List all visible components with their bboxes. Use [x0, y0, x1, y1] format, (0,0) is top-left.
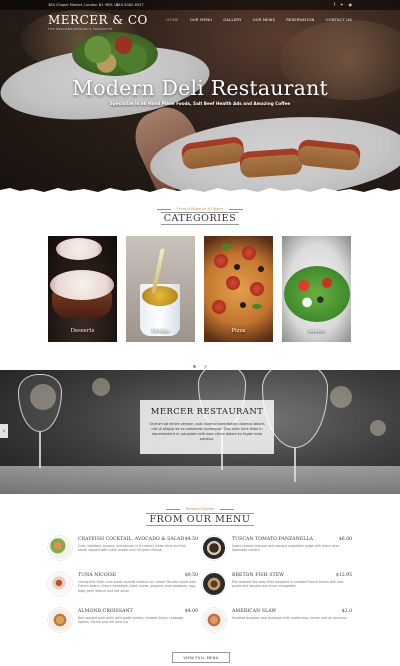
wine-glass	[18, 374, 62, 432]
dessert-cupcake-back	[56, 238, 102, 260]
menu-item[interactable]: TUNA NICOISE $9.50 Chargrilled fresh tun…	[48, 572, 198, 602]
facebook-icon[interactable]: f	[334, 2, 335, 7]
menu-title-text: FROM OUR MENU	[146, 513, 254, 526]
logo-tagline: THE NEIGHBOURHOOD'S FAVOURITE	[48, 28, 113, 31]
menu-item[interactable]: BRETON FISH STEW $12.95 Pan roasted Sea …	[202, 572, 352, 602]
menu-item[interactable]: TUSCAN TOMATO PANZANELLA $6.00 Goats che…	[202, 536, 352, 566]
pizza-olive	[240, 302, 246, 308]
nav-item-contact-us[interactable]: CONTACT US	[326, 17, 352, 22]
menu-item-description: Roe roasted pork belly with gratin potat…	[78, 616, 184, 625]
hero-title: Modern Deli Restaurant	[72, 76, 328, 100]
pizza-olive	[234, 264, 240, 270]
hero-torn-edge	[0, 188, 400, 192]
menu-item-name: BRETON FISH STEW	[232, 573, 284, 578]
menu-item-name: TUNA NICOISE	[78, 573, 117, 578]
mercer-description: Ut enim ad minim veniam, quis nostrud ex…	[149, 422, 265, 441]
menu-item-price: $12.95	[335, 573, 352, 578]
menu-item-description: Sauteed breaded veal escalope with water…	[232, 616, 347, 620]
logo-name: MERCER & CO	[48, 13, 148, 27]
background-bokeh	[92, 378, 110, 396]
category-label: Desserts	[70, 328, 95, 334]
menu-item-description: Goats cheese mousse and roasted vegetabl…	[232, 544, 340, 553]
menu-item-thumbnail	[202, 572, 226, 596]
social-links: f ✦ ◉	[334, 2, 352, 7]
menu-item-name: ALMOND CROISSANT	[78, 609, 133, 614]
nav-item-reservation[interactable]: RESERVATION	[286, 17, 314, 22]
categories-title: CATEGORIES	[0, 212, 400, 225]
instagram-icon[interactable]: ◉	[349, 2, 353, 7]
background-bokeh	[330, 386, 352, 408]
categories-hours: From 6.00am to 10.00pm	[156, 207, 244, 211]
side-tab-arrow-icon[interactable]: ‹	[0, 424, 8, 438]
menu-item-name: AMERICAN SLAW	[232, 609, 277, 614]
menu-item-thumbnail	[48, 608, 72, 632]
address-text: 384 Chapel Market, London N1 9EN, UK	[48, 3, 120, 7]
salad-bowl	[284, 266, 350, 322]
menu-item-description: Chargrilled fresh tuna steak layered med…	[78, 580, 196, 593]
menu-eyebrow-text: Random Dishes	[165, 507, 235, 511]
background-bokeh	[370, 420, 386, 436]
menu-title: FROM OUR MENU	[0, 513, 400, 526]
menu-item-price: $2.0	[341, 609, 352, 614]
categories-title-text: CATEGORIES	[160, 212, 240, 225]
top-info-bar: 384 Chapel Market, London N1 9EN, UK 020…	[0, 0, 400, 10]
menu-eyebrow: Random Dishes	[0, 507, 400, 511]
pizza-pepperoni	[226, 276, 240, 290]
pizza-basil	[222, 244, 232, 249]
category-card-salads[interactable]: Salads	[282, 236, 351, 342]
view-full-menu-button[interactable]: VIEW FULL MENU	[172, 652, 230, 663]
menu-item-name: CRAYFISH COCKTAIL, AVOCADO & SALAD	[78, 537, 185, 542]
categories-eyebrow: From 6.00am to 10.00pm	[0, 207, 400, 211]
menu-item-price: $4.50	[184, 537, 198, 542]
menu-item-thumbnail	[48, 536, 72, 560]
phone-text: 020-3082-6557	[116, 3, 144, 7]
site-logo[interactable]: MERCER & CO THE NEIGHBOURHOOD'S FAVOURIT…	[48, 13, 148, 31]
nav-item-our-menu[interactable]: OUR MENU	[190, 17, 213, 22]
twitter-icon[interactable]: ✦	[340, 2, 343, 7]
category-label: Drinks	[151, 328, 170, 334]
carousel-dot-active[interactable]	[193, 365, 197, 368]
category-card-drinks[interactable]: Drinks	[126, 236, 195, 342]
pizza-pepperoni	[212, 300, 226, 314]
category-card-desserts[interactable]: Desserts	[48, 236, 117, 342]
menu-item-description: Pan roasted Sea bass fillet wrapped in s…	[232, 580, 344, 589]
carousel-dot[interactable]	[203, 365, 207, 368]
menu-item-price: $6.00	[338, 537, 352, 542]
mercer-info-box: MERCER RESTAURANT Ut enim ad minim venia…	[140, 400, 274, 454]
mercer-title: MERCER RESTAURANT	[150, 407, 264, 417]
menu-item-price: $9.50	[184, 573, 198, 578]
drink-fill	[142, 286, 178, 306]
pizza-olive	[258, 266, 264, 272]
category-grid: Desserts Drinks Pizza Salads	[48, 236, 352, 342]
nav-item-gallery[interactable]: GALLERY	[223, 17, 241, 22]
menu-item-description: Crab, haddock, prawns and salmon in a cr…	[78, 544, 187, 553]
pizza-pepperoni	[250, 282, 264, 296]
table-surface	[0, 466, 400, 494]
dessert-cupcake-frosting	[50, 270, 114, 300]
category-label: Salads	[307, 328, 326, 334]
hero-subtitle: Specialize in all Hand Made Foods, Salt …	[109, 101, 291, 106]
menu-item-thumbnail	[202, 608, 226, 632]
category-label: Pizza	[231, 328, 246, 334]
pizza-pepperoni	[214, 254, 228, 268]
nav-item-our-news[interactable]: OUR NEWS	[253, 17, 276, 22]
menu-item-price: $4.00	[184, 609, 198, 614]
category-card-pizza[interactable]: Pizza	[204, 236, 273, 342]
menu-item-thumbnail	[48, 572, 72, 596]
wine-glass-stem	[39, 432, 41, 468]
menu-item[interactable]: CRAYFISH COCKTAIL, AVOCADO & SALAD $4.50…	[48, 536, 198, 566]
pizza-basil	[252, 304, 262, 309]
menu-item[interactable]: AMERICAN SLAW $2.0 Sauteed breaded veal …	[202, 608, 352, 638]
nav-item-home[interactable]: HOME	[166, 17, 178, 22]
pizza-pepperoni	[242, 246, 256, 260]
main-nav: HOME OUR MENU GALLERY OUR NEWS RESERVATI…	[166, 17, 352, 22]
menu-item-name: TUSCAN TOMATO PANZANELLA	[232, 537, 313, 542]
menu-item[interactable]: ALMOND CROISSANT $4.00 Roe roasted pork …	[48, 608, 198, 638]
menu-item-thumbnail	[202, 536, 226, 560]
